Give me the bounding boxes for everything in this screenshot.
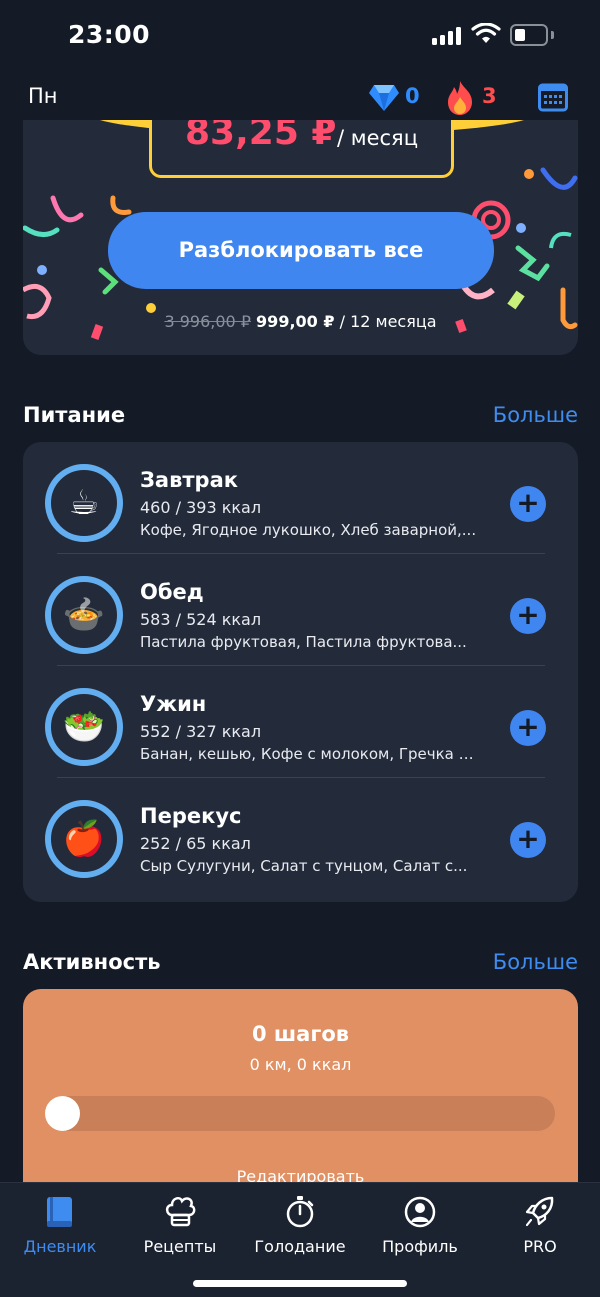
meal-kcal: 460 / 393 ккал [140, 498, 262, 517]
rocket-icon [525, 1196, 554, 1227]
fire-icon[interactable] [445, 80, 475, 116]
breakfast-icon: ☕ [45, 464, 123, 542]
battery-icon [510, 24, 548, 46]
price-term: / 12 месяца [339, 312, 437, 331]
calendar-icon[interactable] [538, 82, 568, 112]
yearly-price-line: 3 996,00 ₽ 999,00 ₽ / 12 месяца [23, 312, 578, 331]
meal-kcal: 552 / 327 ккал [140, 722, 262, 741]
add-snack-button[interactable]: + [510, 822, 546, 858]
activity-header: Активность Больше [23, 950, 578, 980]
day-label[interactable]: Пн [28, 84, 58, 108]
steps-progress-knob [45, 1096, 80, 1131]
tab-recipes[interactable]: Рецепты [120, 1189, 240, 1259]
activity-more-link[interactable]: Больше [493, 950, 578, 974]
meal-name: Завтрак [140, 468, 239, 492]
lunch-icon: 🍲 [45, 576, 123, 654]
tab-label: Профиль [382, 1237, 458, 1256]
old-price: 3 996,00 ₽ [164, 312, 251, 331]
signal-icon [432, 27, 462, 45]
profile-icon [404, 1196, 436, 1228]
home-indicator[interactable] [193, 1280, 407, 1287]
top-bar: Пн 0 3 [0, 76, 600, 120]
status-time: 23:00 [68, 20, 151, 49]
meal-name: Ужин [140, 692, 207, 716]
battery-cap [551, 31, 554, 39]
meal-row-lunch[interactable]: 🍲 Обед 583 / 524 ккал Пастила фруктовая,… [23, 554, 578, 666]
meal-row-dinner[interactable]: 🥗 Ужин 552 / 327 ккал Банан, кешью, Кофе… [23, 666, 578, 778]
tab-fasting[interactable]: Голодание [240, 1189, 360, 1259]
meal-kcal: 252 / 65 ккал [140, 834, 251, 853]
tab-label: PRO [523, 1237, 557, 1256]
wifi-icon [471, 23, 501, 43]
monthly-price: 83,25 ₽ [185, 120, 337, 153]
dinner-icon: 🥗 [45, 688, 123, 766]
meal-items: Банан, кешью, Кофе с молоком, Гречка в..… [140, 745, 480, 763]
tab-diary[interactable]: Дневник [0, 1189, 120, 1259]
nutrition-card: ☕ Завтрак 460 / 393 ккал Кофе, Ягодное л… [23, 442, 578, 902]
meal-name: Обед [140, 580, 204, 604]
nutrition-header: Питание Больше [23, 403, 578, 433]
nutrition-title: Питание [23, 403, 126, 427]
activity-title: Активность [23, 950, 161, 974]
unlock-all-button[interactable]: Разблокировать все [108, 212, 494, 289]
add-dinner-button[interactable]: + [510, 710, 546, 746]
streak-count: 3 [482, 84, 497, 108]
nutrition-more-link[interactable]: Больше [493, 403, 578, 427]
steps-count: 0 шагов [251, 1022, 350, 1046]
add-breakfast-button[interactable]: + [510, 486, 546, 522]
stopwatch-icon [286, 1196, 314, 1228]
meal-items: Пастила фруктовая, Пастила фруктова... [140, 633, 467, 651]
meal-items: Сыр Сулугуни, Салат с тунцом, Салат с... [140, 857, 468, 875]
chef-hat-icon [165, 1196, 196, 1227]
new-price: 999,00 ₽ [256, 312, 335, 331]
tab-profile[interactable]: Профиль [360, 1189, 480, 1259]
status-bar: 23:00 [0, 0, 600, 70]
book-icon [47, 1197, 72, 1227]
meal-kcal: 583 / 524 ккал [140, 610, 262, 629]
meal-row-snack[interactable]: 🍎 Перекус 252 / 65 ккал Сыр Сулугуни, Са… [23, 778, 578, 890]
meal-name: Перекус [140, 804, 242, 828]
promo-card: 83,25 ₽ / месяц Разблокировать все 3 996… [23, 120, 578, 355]
meal-items: Кофе, Ягодное лукошко, Хлеб заварной,... [140, 521, 477, 539]
tab-pro[interactable]: PRO [480, 1189, 600, 1259]
meal-row-breakfast[interactable]: ☕ Завтрак 460 / 393 ккал Кофе, Ягодное л… [23, 442, 578, 554]
gem-icon[interactable] [368, 83, 400, 113]
price-period: / месяц [337, 126, 418, 150]
tab-label: Голодание [254, 1237, 346, 1256]
steps-progress-bar [45, 1096, 555, 1131]
add-lunch-button[interactable]: + [510, 598, 546, 634]
tab-label: Дневник [23, 1237, 97, 1256]
tab-label: Рецепты [143, 1237, 217, 1256]
gem-count: 0 [405, 84, 420, 108]
snack-icon: 🍎 [45, 800, 123, 878]
price-box: 83,25 ₽ / месяц [149, 120, 454, 178]
steps-summary: 0 км, 0 ккал [249, 1055, 352, 1074]
